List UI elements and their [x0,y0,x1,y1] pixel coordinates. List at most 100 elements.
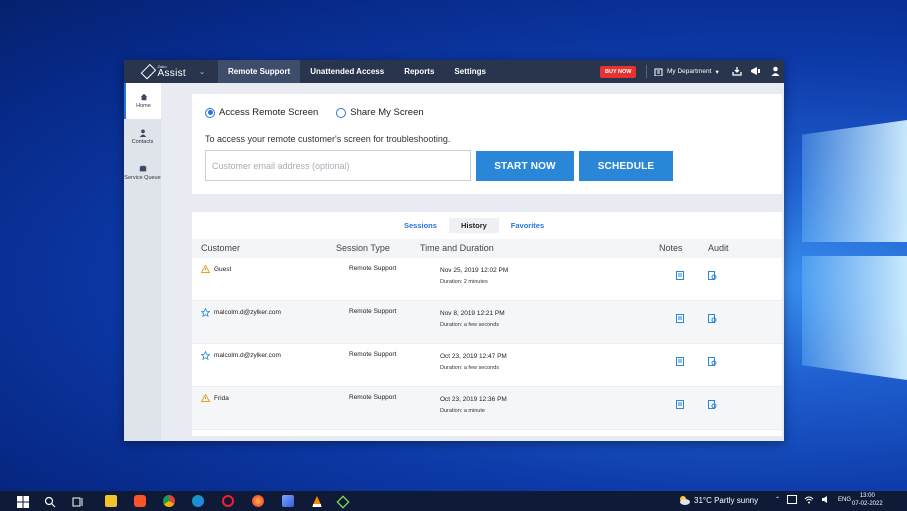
share-my-screen-radio[interactable]: Share My Screen [336,107,424,118]
divider [646,65,647,78]
announcement-icon[interactable] [749,65,761,77]
left-sidebar: Home Contacts Service Queue [124,83,161,441]
tray-app-icon[interactable] [787,495,798,504]
buy-now-button[interactable]: BUY NOW [600,66,637,78]
chevron-down-icon: ▾ [715,68,719,76]
nav-remote-support[interactable]: Remote Support [218,60,301,83]
session-date: Nov 8, 2019 12:21 PM [440,310,505,317]
windows-start-icon[interactable] [17,495,29,508]
edge-icon[interactable] [192,495,204,507]
column-header-notes: Notes [659,243,683,253]
home-icon [140,93,147,100]
language-indicator[interactable]: ENG [838,497,851,503]
session-description: To access your remote customer's screen … [205,134,451,144]
start-now-button[interactable]: START NOW [476,151,574,181]
tab-favorites[interactable]: Favorites [499,218,556,233]
table-row[interactable]: malcolm.d@zylker.com Remote Support Nov … [192,301,782,344]
table-row[interactable]: Frida Remote Support Oct 23, 2019 12:36 … [192,387,782,430]
history-tabs: Sessions History Favorites [392,218,556,233]
building-icon [654,68,663,76]
nav-unattended-access[interactable]: Unattended Access [300,60,394,83]
customer-email-input[interactable] [205,150,471,181]
warning-icon [201,265,210,273]
tab-sessions[interactable]: Sessions [392,218,449,233]
audit-icon[interactable] [708,271,717,282]
access-remote-screen-radio[interactable]: Access Remote Screen [205,107,318,118]
table-row[interactable]: malcolm.d@zylker.com Remote Support Oct … [192,344,782,387]
weather-widget[interactable]: 31°C Partly sunny [678,495,758,505]
radio-selected-icon [205,107,215,118]
customer-cell: Frida [201,394,229,402]
notes-icon[interactable] [676,271,684,282]
top-navigation-bar: Zoho Assist ⌄ Remote Support Unattended … [124,60,784,83]
session-mode-radio-group: Access Remote Screen Share My Screen [205,107,424,118]
vlc-icon[interactable] [311,495,323,507]
department-selector[interactable]: My Department ▾ [654,60,719,83]
chevron-up-icon[interactable]: ⌃ [775,496,780,503]
nav-settings[interactable]: Settings [444,60,496,83]
sidebar-item-label: Home [136,102,151,109]
download-icon[interactable] [731,65,743,77]
firefox-icon[interactable] [252,495,264,507]
session-duration: Duration: a few seconds [440,322,500,328]
user-profile-icon[interactable] [769,65,781,77]
chevron-down-icon[interactable]: ⌄ [186,68,218,76]
customer-name: malcolm.d@zylker.com [214,352,281,359]
tab-history[interactable]: History [448,218,499,233]
audit-icon[interactable] [708,314,717,325]
app-icon[interactable] [282,495,294,507]
sidebar-item-contacts[interactable]: Contacts [124,119,161,155]
session-history-panel: Sessions History Favorites Customer Sess… [192,212,782,436]
sidebar-item-service-queue[interactable]: Service Queue [124,155,161,191]
table-header: Customer Session Type Time and Duration … [192,239,782,258]
notes-icon[interactable] [676,400,684,411]
task-view-icon[interactable] [72,495,84,507]
customer-cell: malcolm.d@zylker.com [201,308,281,317]
wifi-icon[interactable] [804,495,814,504]
service-queue-icon [139,165,146,172]
session-type: Remote Support [349,351,397,358]
radio-unselected-icon [336,107,347,118]
session-date: Nov 25, 2019 12:02 PM [440,267,509,274]
star-icon [201,308,210,317]
zoho-assist-logo[interactable]: Zoho Assist [124,63,186,80]
opera-icon[interactable] [222,495,234,507]
session-start-panel: Access Remote Screen Share My Screen To … [192,94,782,194]
zoho-assist-window: Zoho Assist ⌄ Remote Support Unattended … [124,60,784,441]
session-type: Remote Support [349,394,397,401]
warning-icon [201,394,210,402]
chrome-icon[interactable] [163,495,175,507]
windows-logo-wallpaper [782,120,907,380]
column-header-audit: Audit [708,243,729,253]
windows-taskbar: 31°C Partly sunny ⌃ ENG 13:00 07-02-2022 [0,491,907,511]
session-date: Oct 23, 2019 12:47 PM [440,353,507,360]
volume-icon[interactable] [821,495,831,504]
assist-logo-icon [140,63,156,80]
column-header-time-duration: Time and Duration [420,243,494,253]
zoho-assist-taskbar-icon[interactable] [336,495,350,509]
nav-reports[interactable]: Reports [394,60,444,83]
session-date: Oct 23, 2019 12:36 PM [440,396,507,403]
sidebar-item-label: Service Queue [124,174,161,181]
weather-text: 31°C Partly sunny [694,495,759,505]
notes-icon[interactable] [676,357,684,368]
clock-time: 13:00 [859,493,875,499]
logo-big-text: Assist [157,67,186,79]
sidebar-item-home[interactable]: Home [124,83,161,119]
search-icon[interactable] [44,495,56,508]
table-row[interactable]: Guest Remote Support Nov 25, 2019 12:02 … [192,258,782,301]
audit-icon[interactable] [708,357,717,368]
taskbar-clock[interactable]: 13:00 07-02-2022 [852,493,883,509]
customer-cell: malcolm.d@zylker.com [201,351,281,360]
customer-cell: Guest [201,265,231,273]
clock-date: 07-02-2022 [852,500,883,507]
contacts-icon [139,129,146,137]
column-header-session-type: Session Type [336,243,390,253]
notes-icon[interactable] [676,314,684,325]
audit-icon[interactable] [708,400,717,411]
customer-name: Frida [214,394,229,402]
system-tray: ⌃ ENG [775,495,851,504]
brave-browser-icon[interactable] [134,495,146,507]
file-explorer-icon[interactable] [105,495,117,507]
schedule-button[interactable]: SCHEDULE [579,151,673,181]
